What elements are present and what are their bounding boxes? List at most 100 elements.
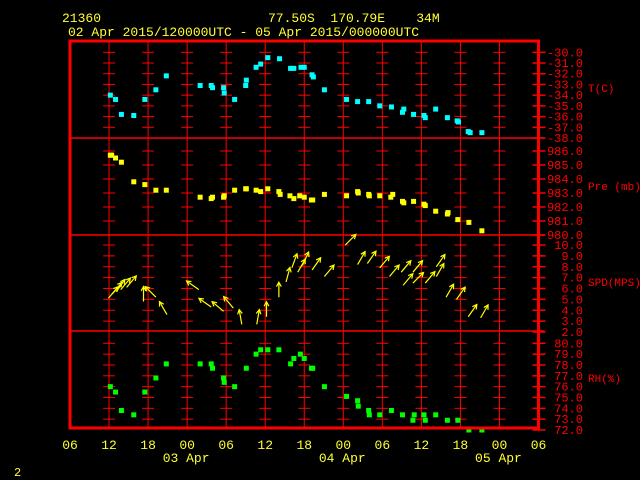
date-label: 05 Apr (475, 451, 522, 466)
temperature-point (232, 96, 238, 102)
temperature-point (113, 96, 119, 102)
relative-humidity-point (444, 417, 450, 423)
pressure-point (479, 228, 485, 234)
temperature-point (277, 56, 283, 62)
pressure-point (466, 219, 472, 225)
temperature-point (142, 96, 148, 102)
temperature-point (479, 130, 485, 136)
pressure-point (355, 190, 361, 196)
x-tick-label: 12 (257, 438, 273, 453)
relative-humidity-point (221, 379, 227, 385)
temperature-point (310, 74, 316, 80)
x-tick-label: 18 (140, 438, 156, 453)
meteogram: 21360 77.50S 170.79E 34M 02 Apr 2015/120… (0, 0, 640, 480)
y-tick-label: -38.0 (547, 132, 583, 146)
station-id: 21360 (62, 11, 101, 26)
pressure-point (455, 217, 461, 223)
temperature-point (291, 65, 297, 71)
temperature-point (377, 103, 383, 109)
pressure-point (344, 193, 350, 199)
y-tick-label: 983.0 (547, 187, 583, 201)
temperature-point (163, 73, 169, 79)
pressure-point (377, 193, 383, 199)
relative-humidity-point (400, 412, 406, 418)
panel-label-relative-humidity: RH(%) (588, 374, 621, 386)
pressure-point (142, 182, 148, 188)
temperature-point (265, 55, 271, 61)
temperature-point (301, 64, 307, 70)
temperature-point (355, 99, 361, 105)
temperature-point (107, 92, 113, 98)
relative-humidity-point (301, 355, 307, 361)
temperature-point (433, 106, 439, 112)
temperature-point (210, 85, 216, 91)
relative-humidity-point (197, 361, 203, 367)
relative-humidity-point (355, 403, 361, 409)
temperature-point (153, 87, 159, 93)
relative-humidity-point (344, 393, 350, 399)
relative-humidity-point (265, 347, 271, 353)
relative-humidity-point (433, 412, 439, 418)
pressure-point (118, 159, 124, 165)
temperature-point (131, 113, 137, 119)
panel-label-wind: SPD(MPS) (588, 278, 640, 290)
pressure-point (253, 187, 259, 193)
date-label: 04 Apr (319, 451, 366, 466)
relative-humidity-point (411, 412, 417, 418)
pressure-point (433, 208, 439, 214)
station-location: 77.50S 170.79E 34M (268, 11, 440, 26)
relative-humidity-point (243, 365, 249, 371)
temperature-point (344, 96, 350, 102)
relative-humidity-point (291, 355, 297, 361)
pressure-point (366, 193, 372, 199)
pressure-point (321, 191, 327, 197)
relative-humidity-point (210, 365, 216, 371)
pressure-point (445, 210, 451, 216)
relative-humidity-point (253, 351, 259, 357)
relative-humidity-point (421, 412, 427, 418)
relative-humidity-point (107, 384, 113, 390)
pressure-point (113, 155, 119, 161)
temperature-point (221, 90, 227, 96)
relative-humidity-point (455, 417, 461, 423)
panel-label-temperature: T(C) (588, 84, 614, 96)
relative-humidity-point (276, 347, 282, 353)
relative-humidity-point (388, 407, 394, 413)
pressure-point (232, 187, 238, 193)
pressure-point (153, 187, 159, 193)
relative-humidity-point (377, 412, 383, 418)
relative-humidity-point (366, 412, 372, 418)
temperature-point (401, 106, 407, 112)
temperature-point (455, 119, 461, 125)
pressure-point (243, 186, 249, 192)
y-tick-label: 981.0 (547, 215, 583, 229)
pressure-point (291, 196, 297, 202)
y-tick-label: 984.0 (547, 173, 583, 187)
relative-humidity-point (232, 384, 238, 390)
pressure-point (277, 191, 283, 197)
y-tick-label: 986.0 (547, 145, 583, 159)
relative-humidity-point (163, 361, 169, 367)
relative-humidity-point (142, 389, 148, 395)
relative-humidity-point (221, 375, 227, 381)
temperature-point (422, 115, 428, 121)
x-tick-label: 18 (453, 438, 469, 453)
x-tick-label: 06 (531, 438, 547, 453)
y-tick-label: 72.0 (554, 424, 583, 438)
pressure-point (221, 193, 227, 199)
relative-humidity-point (310, 365, 316, 371)
temperature-point (258, 61, 264, 67)
pressure-point (163, 187, 169, 193)
date-label: 03 Apr (163, 451, 210, 466)
temperature-point (243, 83, 249, 89)
temperature-point (444, 115, 450, 121)
relative-humidity-point (366, 407, 372, 413)
temperature-point (243, 77, 249, 83)
relative-humidity-point (297, 351, 303, 357)
pressure-point (131, 179, 137, 185)
x-tick-label: 06 (375, 438, 391, 453)
x-tick-label: 12 (101, 438, 117, 453)
y-tick-label: 982.0 (547, 201, 583, 215)
x-tick-label: 06 (218, 438, 234, 453)
temperature-point (253, 64, 259, 70)
